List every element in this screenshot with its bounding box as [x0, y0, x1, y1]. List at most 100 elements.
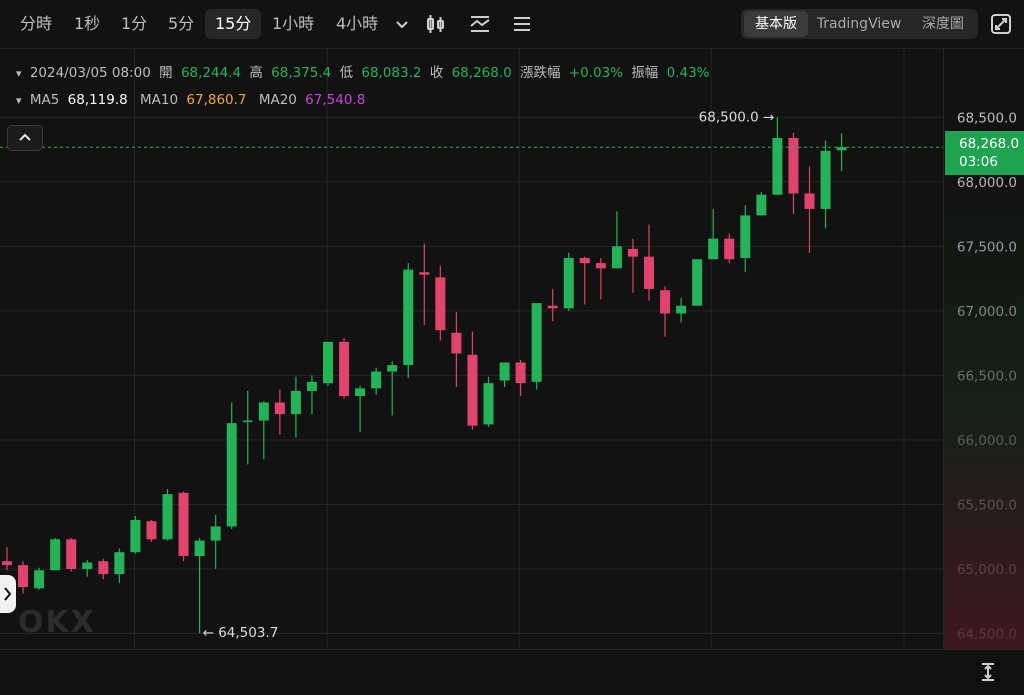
candle-body	[451, 332, 462, 354]
candle-body	[178, 492, 189, 557]
candle-body	[194, 540, 205, 557]
chevron-down-icon[interactable]: ▾	[16, 94, 22, 107]
chart-toolbar: 分時 1秒 1分 5分 15分 1小時 4小時 基本版 TradingView …	[0, 0, 1024, 49]
price-axis-divider	[943, 49, 944, 649]
candle-body	[419, 272, 430, 275]
min-price-marker: ← 64,503.7	[203, 625, 279, 641]
change-label: 漲跌幅	[520, 65, 561, 81]
timeframe-4h[interactable]: 4小時	[326, 9, 388, 39]
ma5-label: MA5	[29, 92, 60, 108]
settings-list-icon[interactable]	[510, 12, 534, 36]
candle-body	[499, 362, 510, 381]
candle-body	[403, 269, 414, 366]
candle-body	[50, 539, 61, 571]
ma20-value: 67,540.8	[305, 92, 366, 108]
ma10-label: MA10	[140, 92, 179, 108]
high-label: 高	[249, 65, 263, 81]
candle-body	[820, 150, 831, 209]
max-price-marker: 68,500.0 →	[699, 109, 775, 125]
candle-body	[339, 341, 350, 397]
candle-body	[130, 519, 141, 553]
candle-body	[371, 371, 382, 389]
candle-body	[98, 561, 109, 575]
fullscreen-icon[interactable]	[989, 12, 1013, 36]
chevron-down-icon[interactable]: ▾	[16, 67, 22, 80]
ma-info: ▾ MA5 68,119.8 MA10 67,860.7 MA20 67,540…	[16, 90, 369, 110]
low-label: 低	[339, 65, 354, 81]
chevron-down-icon[interactable]	[390, 12, 414, 36]
candle-body	[788, 137, 799, 194]
timeframe-1h[interactable]: 1小時	[262, 9, 324, 39]
timeframe-5m[interactable]: 5分	[158, 9, 204, 39]
candle-body	[387, 365, 398, 372]
candle-body	[18, 565, 29, 588]
candle-body	[611, 246, 622, 269]
candle-body	[724, 238, 735, 260]
open-label: 開	[159, 65, 173, 81]
candle-body	[82, 562, 93, 569]
close-label: 收	[429, 65, 444, 81]
price-axis-gradient	[944, 160, 1024, 649]
open-value: 68,244.4	[180, 65, 242, 81]
axis-scale-icon[interactable]	[976, 660, 1000, 684]
last-price-value: 68,268.0	[959, 136, 1020, 152]
amplitude-label: 振幅	[631, 65, 659, 81]
candle-body	[306, 381, 317, 391]
okx-watermark-logo: OKX	[18, 605, 96, 640]
candle-body	[34, 570, 45, 589]
high-value: 68,375.4	[271, 65, 332, 81]
time-axis-divider	[0, 649, 1024, 650]
candle-body	[692, 259, 703, 306]
timeframe-tick[interactable]: 分時	[10, 9, 62, 39]
timeframe-1s[interactable]: 1秒	[64, 9, 110, 39]
candle-body	[708, 238, 719, 260]
ma5-value: 68,119.8	[67, 92, 128, 108]
candle-body	[146, 521, 157, 540]
candle-body	[563, 257, 574, 309]
view-switcher: 基本版 TradingView 深度圖	[741, 9, 978, 39]
low-value: 68,083.2	[361, 65, 422, 81]
candle-body	[676, 305, 687, 314]
chevron-up-icon	[19, 133, 31, 141]
candle-body	[274, 402, 285, 415]
view-basic[interactable]: 基本版	[744, 11, 808, 37]
candle-body	[162, 494, 173, 540]
candle-body	[595, 263, 606, 269]
candle-body	[114, 552, 125, 575]
candle-body	[740, 215, 751, 258]
candle-body	[644, 256, 654, 289]
expand-panel-button[interactable]	[0, 575, 16, 613]
indicator-icon[interactable]	[468, 12, 492, 36]
timeframe-1m[interactable]: 1分	[111, 9, 157, 39]
candle-body	[515, 362, 526, 384]
candle-body	[290, 390, 301, 415]
candle-body	[226, 423, 237, 527]
candle-body	[804, 193, 815, 209]
last-price-tag: 68,268.0 03:06	[945, 131, 1024, 175]
ohlc-info: ▾ 2024/03/05 08:00 開 68,244.4 高 68,375.4…	[16, 63, 714, 83]
candle-body	[242, 420, 253, 423]
candle-body	[66, 539, 77, 569]
ohlc-datetime: 2024/03/05 08:00	[29, 65, 151, 81]
ma10-value: 67,860.7	[186, 92, 247, 108]
candlestick-chart[interactable]: 64,500.065,000.065,500.066,000.066,500.0…	[0, 49, 1024, 649]
candle-body	[579, 257, 590, 264]
candle-body	[2, 561, 12, 566]
view-depth[interactable]: 深度圖	[911, 11, 975, 37]
close-value: 68,268.0	[451, 65, 512, 81]
candle-body	[467, 354, 478, 426]
ma20-label: MA20	[258, 92, 297, 108]
candle-body	[627, 248, 638, 257]
candle-body	[355, 388, 366, 397]
candle-body	[531, 303, 542, 382]
collapse-indicators-button[interactable]	[7, 125, 43, 151]
y-tick-label: 68,500.0	[957, 110, 1017, 126]
candle-body	[660, 290, 671, 314]
candlestick-type-icon[interactable]	[424, 12, 448, 36]
view-tradingview[interactable]: TradingView	[813, 11, 905, 37]
candle-body	[258, 402, 269, 421]
chevron-right-icon	[4, 587, 12, 601]
timeframe-15m[interactable]: 15分	[205, 9, 262, 39]
candle-body	[435, 277, 446, 331]
candle-body	[756, 194, 767, 216]
